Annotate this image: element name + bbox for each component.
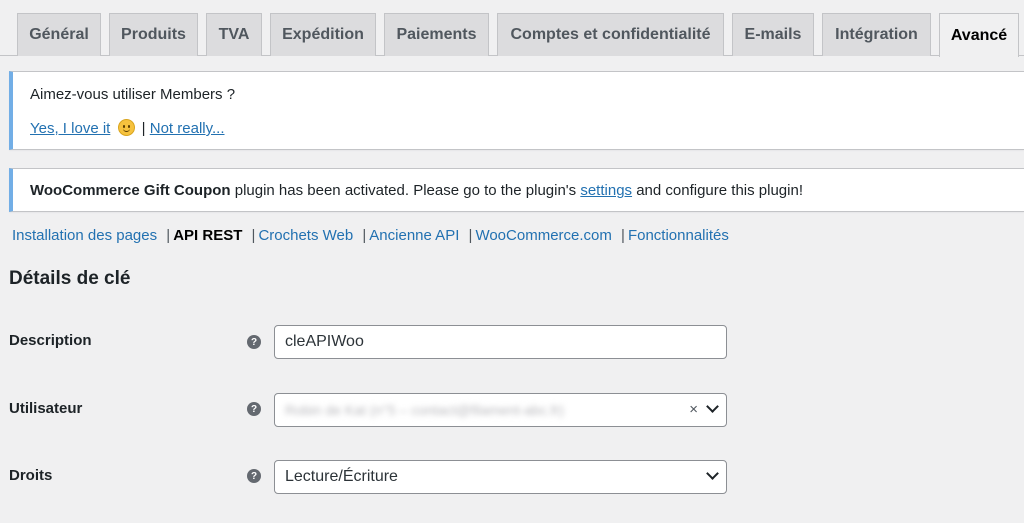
- message-part-1: plugin has been activated. Please go to …: [230, 182, 581, 199]
- subnav-features[interactable]: Fonctionnalités: [628, 227, 729, 244]
- tab-integration[interactable]: Intégration: [822, 13, 931, 56]
- link-separator: |: [141, 120, 146, 137]
- permissions-selected-value: Lecture/Écriture: [285, 468, 398, 485]
- tab-products[interactable]: Produits: [109, 13, 198, 56]
- members-feedback-links: Yes, I love it | Not really...: [30, 119, 225, 137]
- key-details-title: Détails de clé: [9, 268, 131, 289]
- tab-tax[interactable]: TVA: [206, 13, 262, 56]
- user-select[interactable]: Robin de Kat (n°5 – contact@filament-abc…: [274, 393, 727, 427]
- permissions-select[interactable]: Lecture/Écriture: [274, 460, 727, 494]
- tab-payments[interactable]: Paiements: [384, 13, 489, 56]
- chevron-down-icon: [706, 400, 719, 413]
- members-notice: Aimez-vous utiliser Members ? Yes, I lov…: [9, 71, 1024, 150]
- smile-emoji-icon: [117, 119, 135, 136]
- tab-general[interactable]: Général: [17, 13, 101, 56]
- subnav-legacy-api[interactable]: Ancienne API: [369, 227, 459, 244]
- description-field[interactable]: [274, 325, 727, 359]
- members-question: Aimez-vous utiliser Members ?: [30, 86, 236, 103]
- subnav-woocommerce-com[interactable]: WooCommerce.com: [475, 227, 611, 244]
- user-selected-value: Robin de Kat (n°5 – contact@filament-abc…: [285, 402, 564, 418]
- description-input[interactable]: [285, 333, 726, 351]
- message-part-2: and configure this plugin!: [632, 182, 803, 199]
- user-label: Utilisateur: [9, 400, 83, 417]
- permissions-help-icon[interactable]: ?: [247, 469, 261, 483]
- permissions-label: Droits: [9, 467, 53, 484]
- gift-coupon-message: WooCommerce Gift Coupon plugin has been …: [30, 182, 803, 199]
- description-help-icon[interactable]: ?: [247, 335, 261, 349]
- yes-love-it-link[interactable]: Yes, I love it: [30, 120, 110, 137]
- subnav-separator: |: [468, 227, 473, 244]
- user-help-icon[interactable]: ?: [247, 402, 261, 416]
- tab-emails[interactable]: E-mails: [732, 13, 814, 56]
- not-really-link[interactable]: Not really...: [150, 120, 225, 137]
- settings-tabs: Général Produits TVA Expédition Paiement…: [0, 0, 1024, 57]
- subnav-page-setup[interactable]: Installation des pages: [12, 227, 157, 244]
- settings-link[interactable]: settings: [580, 182, 632, 199]
- chevron-down-icon: [706, 467, 719, 480]
- subnav-rest-api[interactable]: API REST: [173, 227, 242, 244]
- tab-advanced[interactable]: Avancé: [939, 13, 1019, 57]
- plugin-name: WooCommerce Gift Coupon: [30, 182, 231, 199]
- subnav-separator: |: [251, 227, 256, 244]
- advanced-subnav: Installation des pages | API REST | Croche…: [12, 227, 729, 244]
- gift-coupon-notice: WooCommerce Gift Coupon plugin has been …: [9, 168, 1024, 212]
- tab-accounts-privacy[interactable]: Comptes et confidentialité: [497, 13, 724, 56]
- description-label: Description: [9, 332, 92, 349]
- subnav-separator: |: [166, 227, 171, 244]
- clear-icon[interactable]: ×: [689, 401, 698, 418]
- subnav-webhooks[interactable]: Crochets Web: [258, 227, 353, 244]
- tab-shipping[interactable]: Expédition: [270, 13, 376, 56]
- subnav-separator: |: [621, 227, 625, 244]
- subnav-separator: |: [362, 227, 367, 244]
